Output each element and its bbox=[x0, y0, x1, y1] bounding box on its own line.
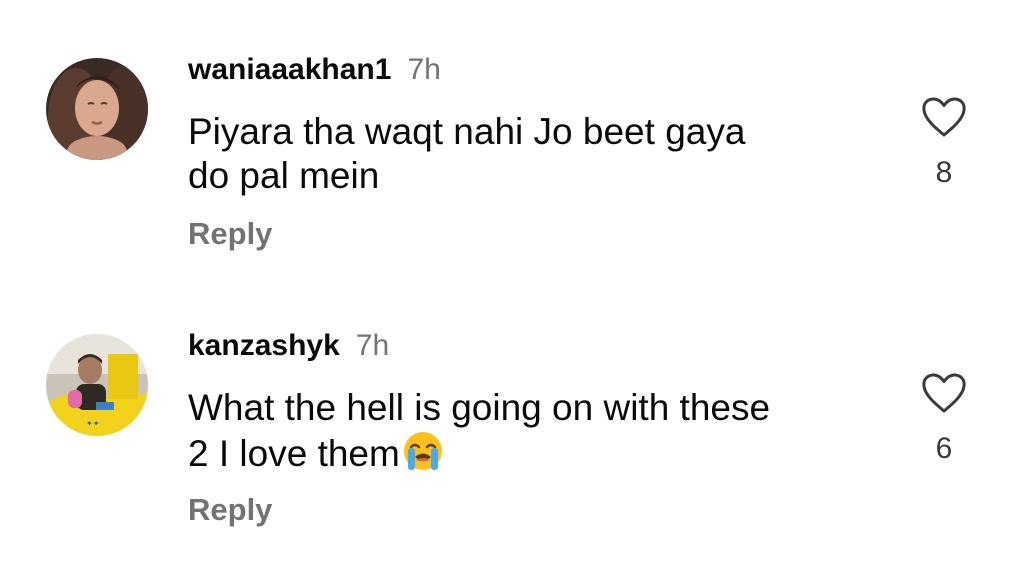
avatar-image bbox=[46, 58, 148, 160]
like-button[interactable] bbox=[918, 96, 970, 138]
comment-item: waniaaakhan1 7h Piyara tha waqt nahi Jo b… bbox=[0, 0, 1024, 251]
heart-outline-icon bbox=[922, 373, 966, 413]
reply-button[interactable]: Reply bbox=[188, 492, 272, 528]
username[interactable]: kanzashyk bbox=[188, 329, 340, 362]
username[interactable]: waniaaakhan1 bbox=[188, 53, 391, 86]
comment-text: What the hell is going on with these 2 I… bbox=[188, 386, 888, 476]
comment-text-fragment: 2 I love them bbox=[188, 433, 400, 474]
comments-list: waniaaakhan1 7h Piyara tha waqt nahi Jo b… bbox=[0, 0, 1024, 573]
comment-text-line: Piyara tha waqt nahi Jo beet gaya bbox=[188, 111, 746, 152]
comment-text: Piyara tha waqt nahi Jo beet gaya do pal… bbox=[188, 110, 888, 198]
avatar[interactable]: ✦✦ bbox=[46, 334, 148, 436]
timestamp: 7h bbox=[355, 329, 390, 362]
svg-text:✦✦: ✦✦ bbox=[86, 419, 100, 428]
loudly-crying-face-icon bbox=[402, 430, 444, 472]
comment-item: ✦✦ kanzashyk 7h What the hell is going on… bbox=[0, 276, 1024, 527]
comment-text-line: What the hell is going on with these bbox=[188, 387, 771, 428]
like-count: 8 bbox=[935, 156, 953, 189]
timestamp: 7h bbox=[407, 53, 441, 86]
avatar[interactable] bbox=[46, 58, 148, 160]
comment-text-line: do pal mein bbox=[188, 155, 380, 196]
loudly-crying-face-emoji-image bbox=[403, 432, 442, 470]
comment-header: kanzashyk 7h bbox=[188, 328, 389, 364]
heart-outline-icon bbox=[922, 97, 966, 137]
comment-header: waniaaakhan1 7h bbox=[188, 52, 441, 88]
avatar-image: ✦✦ bbox=[46, 334, 148, 436]
reply-button[interactable]: Reply bbox=[188, 216, 272, 252]
like-count: 6 bbox=[935, 432, 953, 465]
comment-text-line-with-emoji: 2 I love them bbox=[188, 430, 888, 476]
like-button[interactable] bbox=[918, 372, 970, 414]
